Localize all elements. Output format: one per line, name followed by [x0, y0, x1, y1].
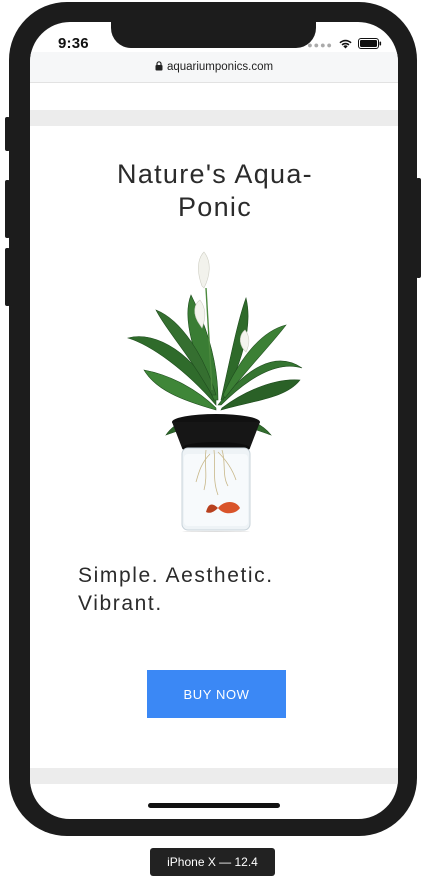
phone-screen: 9:36 ●●●● aquariumponics.com Nature's Aq… — [30, 22, 398, 819]
browser-url-bar[interactable]: aquariumponics.com — [30, 52, 398, 83]
buy-now-button[interactable]: BUY NOW — [147, 670, 286, 718]
simulator-stage: 9:36 ●●●● aquariumponics.com Nature's Aq… — [0, 0, 426, 877]
tagline: Simple. Aesthetic. Vibrant. — [78, 564, 274, 615]
home-indicator[interactable] — [148, 803, 280, 808]
notch — [111, 22, 316, 48]
device-label: iPhone X — 12.4 — [150, 848, 275, 876]
plant-aquarium-product-image — [126, 250, 306, 533]
page-title: Nature's Aqua-Ponic — [117, 159, 313, 222]
section-divider-bottom — [30, 768, 398, 784]
status-time: 9:36 — [58, 35, 89, 52]
cellular-dots-icon: ●●●● — [307, 40, 333, 50]
url-text: aquariumponics.com — [166, 61, 274, 73]
lock-icon — [155, 60, 163, 74]
section-divider-top — [30, 110, 398, 126]
